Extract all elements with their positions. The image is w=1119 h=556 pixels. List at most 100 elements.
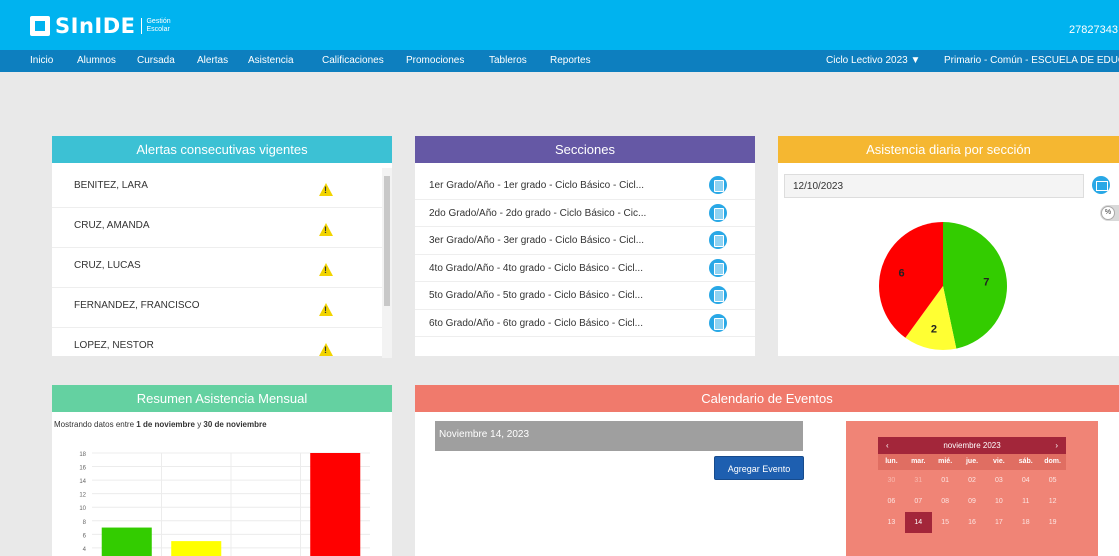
calendar-week: 30 31 01 02 03 04 05 xyxy=(878,470,1066,491)
scroll-thumb[interactable] xyxy=(384,176,390,306)
calendar-weekdays: lun. mar. mié. jue. vie. sáb. dom. xyxy=(878,454,1066,470)
bar[interactable] xyxy=(171,541,222,556)
nav-asistencia[interactable]: Asistencia xyxy=(248,55,294,66)
y-tick-label: 16 xyxy=(79,466,86,472)
secciones-list: 1er Grado/Año - 1er grado - Ciclo Básico… xyxy=(415,172,755,337)
y-tick-label: 14 xyxy=(79,479,86,485)
calendar-day[interactable]: 09 xyxy=(959,491,986,512)
nav-calificaciones[interactable]: Calificaciones xyxy=(322,55,384,66)
bar-chart: 4 6 8 10 12 14 16 18 xyxy=(79,452,370,556)
nav-tableros[interactable]: Tableros xyxy=(489,55,527,66)
nav-promociones[interactable]: Promociones xyxy=(406,55,464,66)
toggle-knob: % xyxy=(1101,206,1115,220)
warning-icon xyxy=(319,263,333,276)
y-tick-label: 8 xyxy=(83,520,87,526)
ciclo-lectivo-select[interactable]: Ciclo Lectivo 2023 ▼ xyxy=(826,55,920,66)
list-item[interactable]: CRUZ, AMANDA xyxy=(52,208,382,248)
escuela-select[interactable]: Primario - Común - ESCUELA DE EDUC xyxy=(944,55,1119,66)
nav-inicio[interactable]: Inicio xyxy=(30,55,53,66)
chevron-right-icon[interactable]: › xyxy=(1055,441,1058,450)
list-item[interactable]: 2do Grado/Año - 2do grado - Ciclo Básico… xyxy=(415,200,755,227)
nav-cursada[interactable]: Cursada xyxy=(137,55,175,66)
alertas-scrollbar[interactable] xyxy=(382,168,392,358)
list-item[interactable]: FERNANDEZ, FRANCISCO xyxy=(52,288,382,328)
clipboard-icon[interactable] xyxy=(709,231,727,249)
pie-chart: 7 2 6 xyxy=(879,222,1007,350)
pie-slice[interactable] xyxy=(943,222,1007,349)
list-item[interactable]: 3er Grado/Año - 3er grado - Ciclo Básico… xyxy=(415,227,755,255)
warning-icon xyxy=(319,303,333,316)
list-item[interactable]: 1er Grado/Año - 1er grado - Ciclo Básico… xyxy=(415,172,755,200)
clipboard-icon[interactable] xyxy=(709,176,727,194)
calendar-day[interactable]: 08 xyxy=(932,491,959,512)
calendar-day[interactable]: 19 xyxy=(1039,512,1066,533)
calendario-title: Calendario de Eventos xyxy=(415,385,1119,412)
calendar-day-selected[interactable]: 14 xyxy=(904,512,932,533)
resumen-title: Resumen Asistencia Mensual xyxy=(52,385,392,412)
y-tick-label: 4 xyxy=(83,547,87,553)
calendar-day[interactable]: 02 xyxy=(959,470,986,491)
calendar-day[interactable]: 31 xyxy=(905,470,932,491)
calendar-header: ‹ noviembre 2023 › xyxy=(878,437,1066,454)
logo-subtitle: Gestión Escolar xyxy=(141,18,171,34)
calendar-day[interactable]: 10 xyxy=(985,491,1012,512)
calendar-day[interactable]: 05 xyxy=(1039,470,1066,491)
asistencia-panel: Asistencia diaria por sección 12/10/2023… xyxy=(778,136,1119,356)
list-item[interactable]: 5to Grado/Año - 5to grado - Ciclo Básico… xyxy=(415,282,755,310)
calendar-day[interactable]: 17 xyxy=(985,512,1012,533)
clipboard-icon[interactable] xyxy=(709,313,727,332)
calendar-day[interactable]: 15 xyxy=(932,512,959,533)
warning-icon xyxy=(319,343,333,356)
pie-slice-label: 7 xyxy=(983,276,989,288)
list-item[interactable]: LOPEZ, NESTOR xyxy=(52,328,382,356)
calendar-day[interactable]: 18 xyxy=(1012,512,1039,533)
y-tick-label: 18 xyxy=(79,452,86,458)
calendar-day[interactable]: 07 xyxy=(905,491,932,512)
calendar-day[interactable]: 13 xyxy=(878,512,905,533)
calendar-day[interactable]: 06 xyxy=(878,491,905,512)
nav-alertas[interactable]: Alertas xyxy=(197,55,228,66)
clipboard-icon[interactable] xyxy=(709,258,727,277)
chevron-left-icon[interactable]: ‹ xyxy=(886,441,889,450)
resumen-caption: Mostrando datos entre 1 de noviembre y 3… xyxy=(54,420,267,429)
alertas-title: Alertas consecutivas vigentes xyxy=(52,136,392,163)
main-nav: Inicio Alumnos Cursada Alertas Asistenci… xyxy=(0,50,1119,72)
pie-slice-label: 6 xyxy=(899,268,905,280)
calendar-inner: ‹ noviembre 2023 › lun. mar. mié. jue. v… xyxy=(878,437,1066,533)
calendar-week: 13 14 15 16 17 18 19 xyxy=(878,512,1066,533)
secciones-title: Secciones xyxy=(415,136,755,163)
calendar-day[interactable]: 01 xyxy=(932,470,959,491)
warning-icon xyxy=(319,223,333,236)
bar[interactable] xyxy=(101,527,152,556)
warning-icon xyxy=(319,183,333,196)
app-logo[interactable]: SInIDE Gestión Escolar xyxy=(30,14,171,38)
y-tick-label: 12 xyxy=(79,493,86,499)
calendar-month: noviembre 2023 xyxy=(943,441,1001,450)
resumen-panel: Resumen Asistencia Mensual Mostrando dat… xyxy=(52,385,392,556)
list-item[interactable]: 6to Grado/Año - 6to grado - Ciclo Básico… xyxy=(415,310,755,337)
date-field[interactable]: 12/10/2023 xyxy=(784,174,1084,198)
list-item[interactable]: CRUZ, LUCAS xyxy=(52,248,382,288)
clipboard-icon[interactable] xyxy=(709,286,727,304)
alertas-list: BENITEZ, LARA CRUZ, AMANDA CRUZ, LUCAS F… xyxy=(52,168,382,356)
calendar-day[interactable]: 03 xyxy=(985,470,1012,491)
list-item[interactable]: 4to Grado/Año - 4to grado - Ciclo Básico… xyxy=(415,255,755,282)
calendar-icon[interactable] xyxy=(1092,176,1110,194)
agregar-evento-button[interactable]: Agregar Evento xyxy=(714,456,804,480)
bar[interactable] xyxy=(310,453,361,556)
calendar-day[interactable]: 30 xyxy=(878,470,905,491)
logo-icon xyxy=(30,16,50,36)
list-item[interactable]: BENITEZ, LARA xyxy=(52,168,382,208)
calendar-day[interactable]: 12 xyxy=(1039,491,1066,512)
nav-alumnos[interactable]: Alumnos xyxy=(77,55,116,66)
calendar-day[interactable]: 11 xyxy=(1012,491,1039,512)
calendar-day[interactable]: 16 xyxy=(959,512,986,533)
y-tick-label: 10 xyxy=(79,506,86,512)
user-id[interactable]: 27827343 xyxy=(1069,24,1119,36)
clipboard-icon[interactable] xyxy=(709,203,727,222)
calendar-widget: ‹ noviembre 2023 › lun. mar. mié. jue. v… xyxy=(846,421,1098,556)
percent-toggle[interactable]: % xyxy=(1100,205,1119,221)
secciones-panel: Secciones 1er Grado/Año - 1er grado - Ci… xyxy=(415,136,755,356)
nav-reportes[interactable]: Reportes xyxy=(550,55,591,66)
calendar-day[interactable]: 04 xyxy=(1012,470,1039,491)
